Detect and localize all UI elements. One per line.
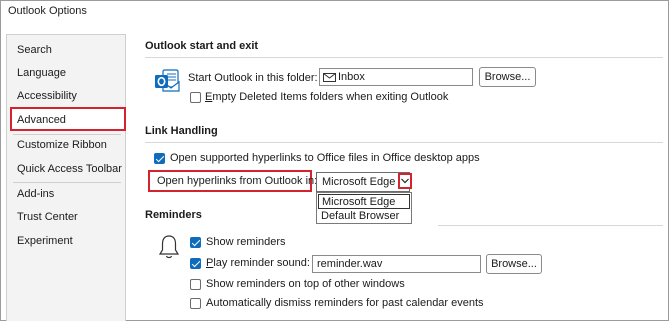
- open-from-dropdown-list: Microsoft Edge Default Browser: [316, 192, 412, 224]
- options-window: Outlook Options Search Language Accessib…: [0, 0, 669, 321]
- open-from-label: Open hyperlinks from Outlook in:: [157, 175, 318, 187]
- start-folder-value: Inbox: [338, 71, 365, 83]
- reminders-on-top-label: Show reminders on top of other windows: [206, 278, 405, 290]
- reminder-sound-browse-button[interactable]: Browse...: [486, 254, 542, 274]
- section-divider: [438, 225, 663, 226]
- show-reminders-label: Show reminders: [206, 236, 286, 248]
- sidebar-divider: [13, 134, 121, 135]
- empty-deleted-checkbox[interactable]: [190, 92, 201, 103]
- outlook-icon: [155, 69, 180, 92]
- auto-dismiss-checkbox[interactable]: [190, 298, 201, 309]
- option-default-browser[interactable]: Default Browser: [318, 209, 410, 224]
- empty-deleted-label: Empty Deleted Items folders when exiting…: [205, 91, 449, 103]
- play-sound-checkbox[interactable]: [190, 258, 201, 269]
- window-title: Outlook Options: [8, 5, 87, 17]
- sidebar-item-customize-ribbon[interactable]: Customize Ribbon: [17, 139, 107, 151]
- reminders-on-top-checkbox[interactable]: [190, 279, 201, 290]
- reminder-sound-field[interactable]: reminder.wav: [312, 255, 481, 273]
- sidebar-item-trust-center[interactable]: Trust Center: [17, 211, 78, 223]
- sidebar: Search Language Accessibility Advanced C…: [6, 34, 126, 321]
- sidebar-item-advanced[interactable]: Advanced: [17, 114, 66, 126]
- sidebar-divider: [13, 182, 121, 183]
- play-sound-label: Play reminder sound:: [206, 257, 310, 269]
- sidebar-item-language[interactable]: Language: [17, 67, 66, 79]
- advanced-options-panel: Outlook start and exit Start Outlook in …: [138, 34, 669, 321]
- chevron-down-icon: [401, 178, 409, 184]
- mail-envelope-icon: [323, 73, 336, 82]
- sidebar-item-add-ins[interactable]: Add-ins: [17, 188, 54, 200]
- open-supported-checkbox[interactable]: [154, 153, 165, 164]
- start-folder-browse-button[interactable]: Browse...: [479, 67, 536, 87]
- open-from-select[interactable]: Microsoft Edge: [316, 172, 410, 192]
- option-microsoft-edge[interactable]: Microsoft Edge: [318, 194, 410, 209]
- start-folder-label: Start Outlook in this folder:: [188, 72, 318, 84]
- section-divider: [145, 142, 663, 143]
- sidebar-item-quick-access-toolbar[interactable]: Quick Access Toolbar: [17, 163, 122, 175]
- open-from-selected-value: Microsoft Edge: [322, 176, 396, 188]
- open-from-dropdown-button[interactable]: [398, 173, 412, 189]
- start-folder-field[interactable]: Inbox: [319, 68, 473, 86]
- section-title-link-handling: Link Handling: [145, 125, 218, 137]
- section-title-start-exit: Outlook start and exit: [145, 40, 259, 52]
- bell-icon: [158, 235, 180, 259]
- section-title-reminders: Reminders: [145, 209, 202, 221]
- section-divider: [145, 57, 663, 58]
- sidebar-item-experiment[interactable]: Experiment: [17, 235, 73, 247]
- show-reminders-checkbox[interactable]: [190, 237, 201, 248]
- sidebar-item-accessibility[interactable]: Accessibility: [17, 90, 77, 102]
- sidebar-item-search[interactable]: Search: [17, 44, 52, 56]
- auto-dismiss-label: Automatically dismiss reminders for past…: [206, 297, 484, 309]
- open-supported-label: Open supported hyperlinks to Office file…: [170, 152, 480, 164]
